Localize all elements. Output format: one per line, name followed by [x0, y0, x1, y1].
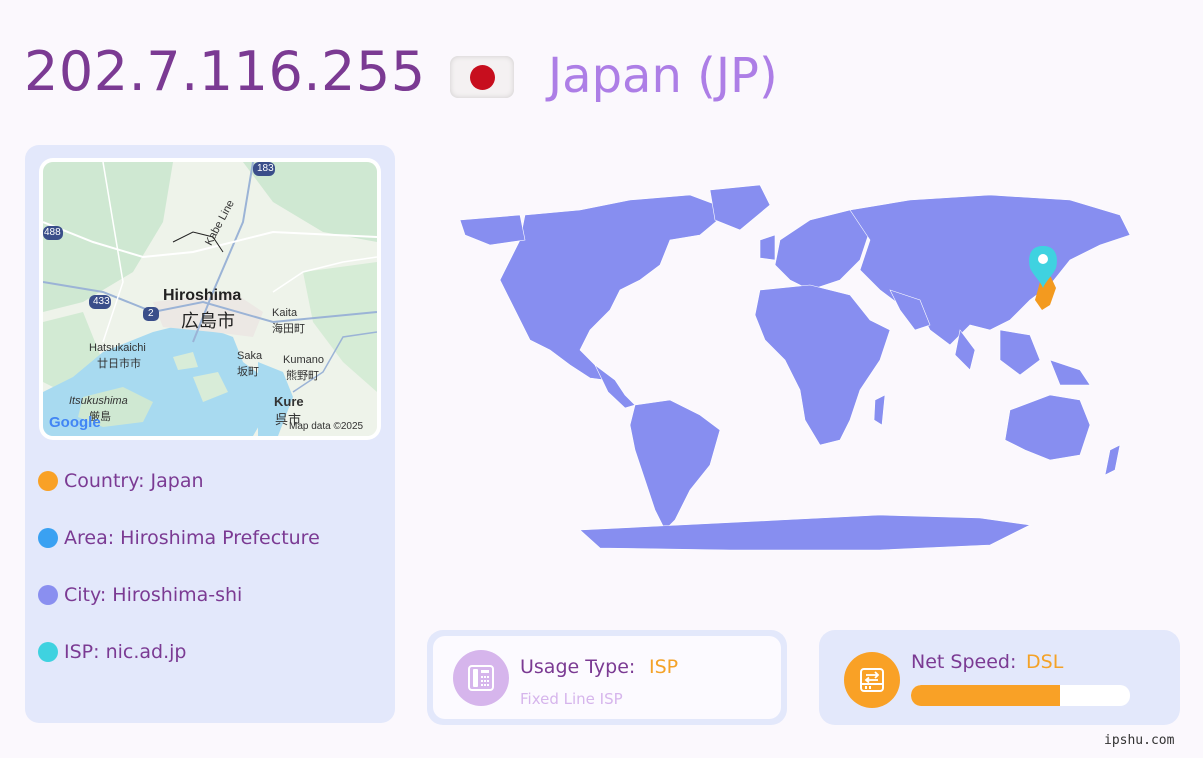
- kumano-kanji-label: 熊野町: [286, 370, 319, 382]
- isp-row: ISP: nic.ad.jp: [38, 638, 320, 695]
- usage-type-label: Usage Type:: [520, 656, 636, 678]
- saka-kanji-label: 坂町: [237, 366, 259, 378]
- net-speed-card: Net Speed: DSL: [819, 630, 1180, 725]
- isp-info: ISP: nic.ad.jp: [64, 641, 187, 663]
- net-speed-bar: [911, 685, 1130, 706]
- country-row: Country: Japan: [38, 467, 320, 524]
- country-dot-icon: [38, 471, 58, 491]
- saka-label: Saka: [237, 350, 263, 362]
- area-row: Area: Hiroshima Prefecture: [38, 524, 320, 581]
- usage-type-sub: Fixed Line ISP: [520, 690, 623, 708]
- isp-dot-icon: [38, 642, 58, 662]
- kaita-kanji-label: 海田町: [272, 323, 305, 335]
- site-watermark: ipshu.com: [1104, 733, 1175, 748]
- world-map: [430, 180, 1170, 570]
- city-dot-icon: [38, 585, 58, 605]
- net-speed-label: Net Speed:: [911, 651, 1017, 673]
- usage-type-value: ISP: [649, 656, 679, 678]
- city-info: City: Hiroshima-shi: [64, 584, 243, 606]
- hiroshima-label: Hiroshima: [163, 287, 242, 304]
- net-speed-fill: [911, 685, 1060, 706]
- map-attribution: Map data ©2025: [289, 421, 364, 432]
- japan-flag-icon: [450, 56, 514, 98]
- hatsukaichi-kanji-label: 廿日市市: [97, 358, 141, 370]
- route-183-label: 183: [257, 163, 274, 174]
- google-logo: Google: [49, 414, 101, 431]
- hatsukaichi-label: Hatsukaichi: [89, 342, 146, 354]
- ip-address-title: 202.7.116.255: [24, 40, 426, 103]
- area-info: Area: Hiroshima Prefecture: [64, 527, 320, 549]
- kure-label: Kure: [274, 394, 304, 409]
- route-433-label: 433: [93, 296, 110, 307]
- location-map[interactable]: 183 488 433 2 Kabe Line Hiroshima 広島市 Ka…: [39, 158, 381, 440]
- kaita-label: Kaita: [272, 307, 298, 319]
- location-panel: 183 488 433 2 Kabe Line Hiroshima 広島市 Ka…: [25, 145, 395, 723]
- area-dot-icon: [38, 528, 58, 548]
- phone-icon: [453, 650, 509, 706]
- usage-type-card: Usage Type: ISP Fixed Line ISP: [427, 630, 787, 725]
- net-speed-value: DSL: [1026, 651, 1064, 673]
- itsukushima-label: Itsukushima: [69, 395, 128, 407]
- location-info-list: Country: Japan Area: Hiroshima Prefectur…: [38, 467, 320, 695]
- route-488-label: 488: [44, 227, 61, 238]
- route-2-label: 2: [148, 308, 154, 319]
- city-row: City: Hiroshima-shi: [38, 581, 320, 638]
- country-info: Country: Japan: [64, 470, 204, 492]
- hiroshima-kanji-label: 広島市: [181, 311, 235, 331]
- hard-drive-icon: [844, 652, 900, 708]
- kumano-label: Kumano: [283, 354, 324, 366]
- country-title: Japan (JP): [548, 48, 778, 104]
